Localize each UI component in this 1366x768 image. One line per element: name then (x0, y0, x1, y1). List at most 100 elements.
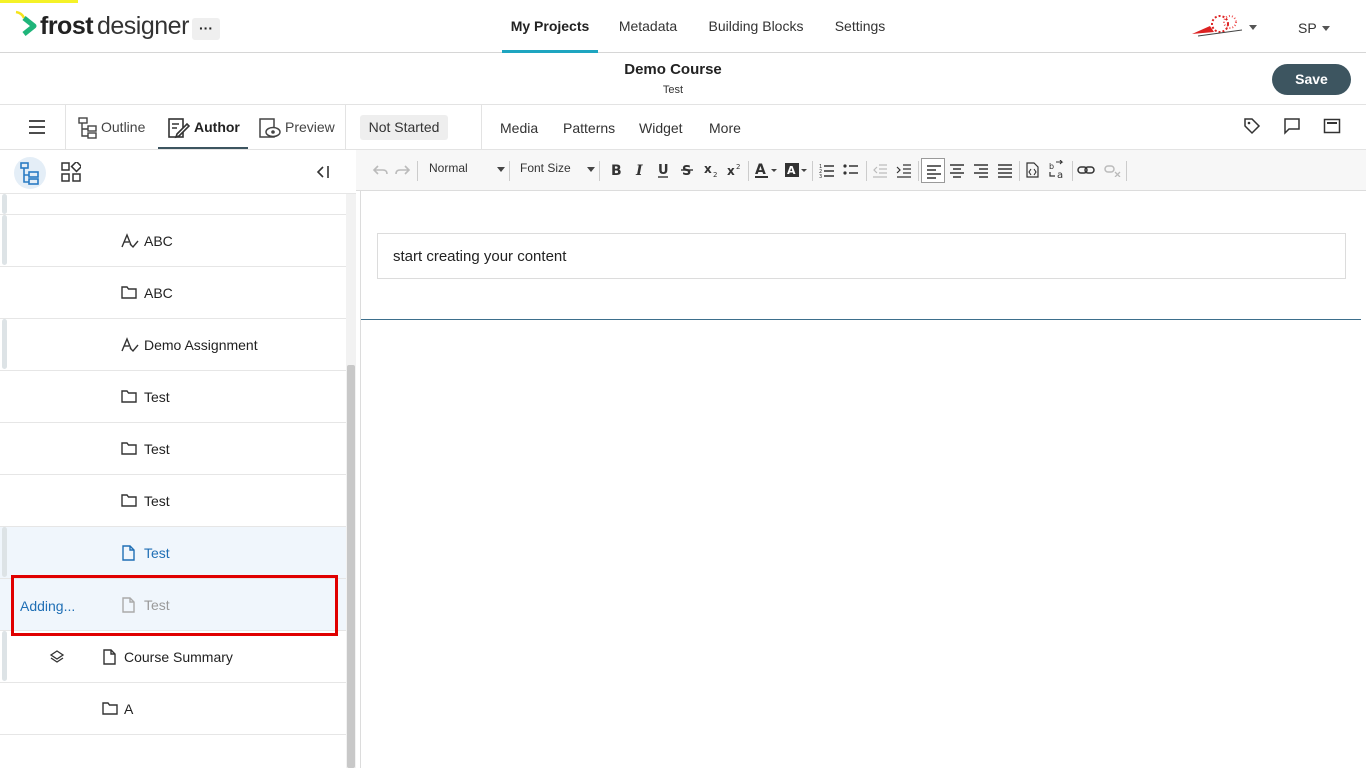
preview-icon (259, 117, 281, 139)
font-size-caret-icon[interactable] (587, 167, 595, 172)
org-dropdown-caret-icon[interactable] (1249, 25, 1257, 30)
tree-row-label: Course Summary (124, 649, 233, 665)
svg-text:S: S (682, 164, 691, 178)
outline-icon (78, 117, 98, 139)
layers-icon[interactable] (49, 649, 65, 665)
tab-preview[interactable]: Preview (249, 105, 345, 149)
hamburger-menu-icon[interactable] (28, 119, 46, 135)
link-icon[interactable] (1077, 163, 1095, 177)
tab-outline-label: Outline (101, 119, 146, 135)
divider (345, 105, 346, 150)
nav-tab-settings[interactable]: Settings (828, 0, 892, 53)
format-select[interactable]: Normal (429, 161, 468, 175)
toolbar-separator (812, 161, 813, 181)
panel-icon[interactable] (1323, 117, 1341, 135)
svg-text:x: x (704, 162, 712, 176)
indent-icon[interactable] (896, 162, 912, 178)
tree-row[interactable]: A (0, 683, 346, 735)
undo-icon[interactable] (372, 163, 388, 177)
folder-icon (102, 701, 118, 717)
scrollbar-thumb[interactable] (347, 365, 355, 768)
organization-logo-icon[interactable] (1190, 12, 1246, 38)
align-center-icon[interactable] (949, 162, 965, 178)
outdent-icon[interactable] (872, 162, 888, 178)
redo-icon[interactable] (395, 163, 411, 177)
tree-row[interactable]: ABC (0, 215, 346, 267)
collapse-panel-icon[interactable] (314, 165, 330, 179)
font-size-select[interactable]: Font Size (520, 161, 571, 175)
page-icon (121, 545, 137, 561)
svg-text:I: I (635, 163, 643, 178)
source-code-icon[interactable] (1025, 162, 1039, 178)
tree-row[interactable]: Test (0, 423, 346, 475)
svg-text:3: 3 (819, 174, 822, 178)
outline-panel: ABC ABC Demo Assignment Test Test Test T… (0, 150, 356, 768)
tree-row-label: A (124, 701, 134, 717)
tree-row[interactable]: Demo Assignment (0, 319, 346, 371)
align-right-icon[interactable] (973, 162, 989, 178)
user-dropdown-caret-icon[interactable] (1322, 26, 1330, 31)
row-indicator (2, 194, 7, 214)
status-badge[interactable]: Not Started (360, 115, 448, 140)
logo-designer-text[interactable]: designer (97, 12, 189, 41)
tab-preview-label: Preview (285, 119, 335, 135)
superscript-icon[interactable]: x2 (726, 162, 742, 178)
subscript-icon[interactable]: x2 (703, 162, 719, 178)
folder-icon (121, 285, 137, 301)
toolbar-separator (417, 161, 418, 181)
tree-row-label: Test (144, 545, 170, 561)
text-color-icon[interactable]: A (754, 162, 780, 178)
tree-row[interactable]: Test (0, 371, 346, 423)
tree-row[interactable]: Test (0, 475, 346, 527)
toolbar-separator (509, 161, 510, 181)
bullet-list-icon[interactable] (843, 162, 859, 178)
text-direction-icon[interactable]: ba (1048, 160, 1068, 180)
top-navigation-bar: frost designer ··· My Projects Metadata … (0, 0, 1366, 53)
assignment-icon (121, 233, 139, 249)
svg-text:b: b (1049, 162, 1054, 171)
toolbar-separator (1126, 161, 1127, 181)
align-left-button[interactable] (921, 158, 945, 183)
tree-row[interactable]: ABC (0, 267, 346, 319)
more-options-button[interactable]: ··· (192, 18, 220, 40)
tab-author[interactable]: Author (158, 105, 248, 149)
numbered-list-icon[interactable]: 123 (819, 162, 835, 178)
mode-toolbar: Outline Author Preview Not Started Media… (0, 105, 1366, 150)
folder-icon (121, 389, 137, 405)
tag-icon[interactable] (1243, 117, 1261, 135)
italic-icon[interactable]: I (633, 162, 647, 178)
course-subtitle: Test (662, 84, 684, 96)
nav-tab-my-projects[interactable]: My Projects (502, 0, 598, 53)
menu-patterns[interactable]: Patterns (563, 120, 615, 136)
editor-canvas: start creating your content (360, 191, 1361, 768)
user-initials[interactable]: SP (1298, 20, 1317, 36)
tree-row-label: ABC (144, 285, 173, 301)
strikethrough-icon[interactable]: S (680, 162, 694, 178)
save-button[interactable]: Save (1272, 64, 1351, 95)
tree-row[interactable]: Course Summary (0, 631, 346, 683)
toolbar-separator (748, 161, 749, 181)
logo-frost-text[interactable]: frost (40, 12, 94, 41)
tree-row-label: Test (144, 441, 170, 457)
unlink-icon[interactable] (1104, 163, 1122, 177)
tree-row-selected[interactable]: Test (0, 527, 346, 579)
menu-more[interactable]: More (709, 120, 741, 136)
comment-icon[interactable] (1283, 117, 1301, 135)
tree-row-partial[interactable] (0, 194, 346, 215)
format-select-caret-icon[interactable] (497, 167, 505, 172)
menu-media[interactable]: Media (500, 120, 538, 136)
row-indicator (2, 631, 7, 681)
tree-view-button[interactable] (14, 157, 46, 189)
background-color-icon[interactable]: A (784, 162, 810, 178)
grid-view-icon[interactable] (61, 162, 81, 182)
menu-widget[interactable]: Widget (639, 120, 683, 136)
content-block: start creating your content (361, 191, 1361, 320)
tree-row-label: Test (144, 389, 170, 405)
bold-icon[interactable]: B (609, 162, 623, 178)
tab-outline[interactable]: Outline (66, 105, 157, 149)
underline-icon[interactable]: U (656, 162, 670, 178)
content-text-field[interactable]: start creating your content (377, 233, 1346, 279)
nav-tab-metadata[interactable]: Metadata (612, 0, 684, 53)
nav-tab-building-blocks[interactable]: Building Blocks (702, 0, 810, 53)
align-justify-icon[interactable] (997, 162, 1013, 178)
